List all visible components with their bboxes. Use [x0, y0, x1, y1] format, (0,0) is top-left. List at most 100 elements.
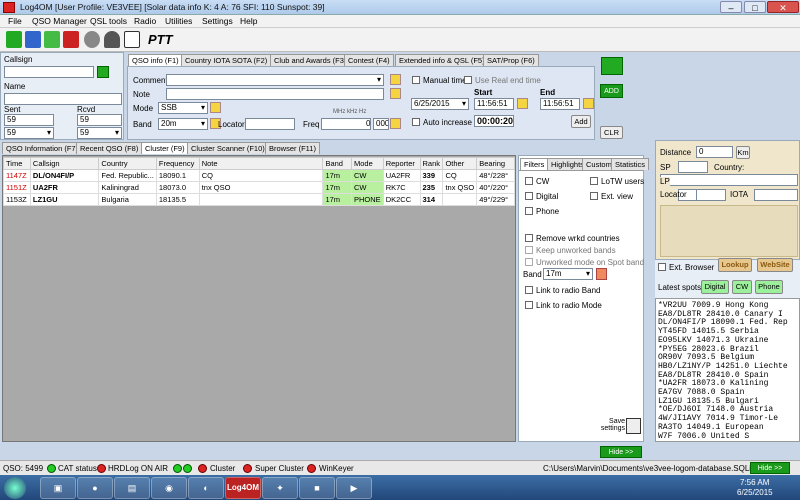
list-item[interactable]: EA8/DL8TR 28410.0 Canary I [658, 310, 783, 319]
col-band[interactable]: Band [322, 157, 353, 170]
cw-spots-button[interactable]: CW [732, 280, 752, 294]
list-item[interactable]: EA7GV 7088.0 Spain [658, 388, 744, 397]
unworked-mode-checkbox[interactable] [525, 258, 533, 266]
col-mode[interactable]: Mode [351, 157, 384, 170]
callsign-lookup-icon[interactable] [97, 66, 109, 78]
end-lock-icon[interactable] [583, 98, 594, 109]
list-item[interactable]: EA8/DL8TR 28410.0 Spain [658, 371, 768, 380]
col-note[interactable]: Note [198, 157, 324, 170]
table-row[interactable]: 1151Z UA2FR Kaliningrad 18073.0 tnx QSO … [3, 181, 515, 194]
link-band-checkbox[interactable] [525, 286, 533, 294]
col-reporter[interactable]: Reporter [382, 157, 421, 170]
band-color-icon[interactable] [596, 268, 607, 280]
clock-icon[interactable] [84, 31, 100, 48]
list-item[interactable]: YT45FD 14015.5 Serbia [658, 327, 759, 336]
menu-qsl-tools[interactable]: QSL tools [90, 16, 127, 26]
firefox-icon[interactable]: ● [77, 477, 113, 499]
minimize-button[interactable]: – [720, 1, 742, 13]
menu-utilities[interactable]: Utilities [165, 16, 192, 26]
table-row[interactable]: 1147Z DL/ON4FI/P Fed. Republic... 18090.… [3, 169, 515, 182]
date-picker[interactable]: 6/25/2015 [411, 98, 469, 110]
list-item[interactable]: W7F 7006.0 United S [658, 432, 749, 441]
tab-cluster-scanner[interactable]: Cluster Scanner (F10) [187, 142, 269, 154]
globe-icon[interactable]: ◐ [188, 477, 224, 499]
col-country[interactable]: Country [98, 157, 157, 170]
tab-club-awards[interactable]: Club and Awards (F3) [270, 54, 351, 66]
lookup-button[interactable]: Lookup [718, 258, 752, 272]
add-small-button[interactable]: Add [571, 115, 591, 128]
folder-icon[interactable]: ▤ [114, 477, 150, 499]
note-folder-icon[interactable] [390, 88, 401, 99]
list-item[interactable]: 4W/JI1AVY 7014.9 Timor-Le [658, 414, 778, 423]
lotw-checkbox[interactable] [590, 177, 598, 185]
col-rank[interactable]: Rank [419, 157, 444, 170]
tab-extended-info[interactable]: Extended info & QSL (F5) [395, 54, 489, 66]
tab-statistics[interactable]: Statistics [611, 158, 650, 170]
comment-folder-icon[interactable] [390, 74, 401, 85]
menu-qso-manager[interactable]: QSO Manager [32, 16, 87, 26]
name-input[interactable] [4, 93, 122, 105]
col-other[interactable]: Other [442, 157, 478, 170]
log4om-taskbar-button[interactable]: Log4OM [225, 477, 261, 499]
sent-input[interactable]: 59 [4, 114, 54, 126]
tab-country-iota[interactable]: Country IOTA SOTA (F2) [181, 54, 272, 66]
km-button[interactable]: Km [736, 146, 750, 159]
col-time[interactable]: Time [3, 157, 31, 170]
menu-help[interactable]: Help [240, 16, 257, 26]
satellite-icon[interactable] [124, 31, 140, 48]
list-item[interactable]: HB0/LZ1NY/P 14251.0 Liechte [658, 362, 788, 371]
freq-hz-input[interactable]: 000 [373, 118, 389, 130]
list-item[interactable]: DL/ON4FI/P 18090.1 Fed. Rep [658, 318, 788, 327]
col-callsign[interactable]: Callsign [29, 157, 100, 170]
mode-lock-icon[interactable] [210, 102, 221, 113]
list-item[interactable]: *OE/DJ6OI 7148.0 Austria [658, 405, 773, 414]
rcvd-input[interactable]: 59 [77, 114, 122, 126]
start-lock-icon[interactable] [517, 98, 528, 109]
phone-spots-button[interactable]: Phone [755, 280, 783, 294]
band-select[interactable]: 20m [158, 118, 208, 130]
start-icon[interactable] [4, 477, 26, 499]
duration-input[interactable]: 00:00:20 [474, 115, 514, 127]
link-mode-checkbox[interactable] [525, 301, 533, 309]
tab-recent-qso[interactable]: Recent QSO (F8) [76, 142, 143, 154]
network-icon[interactable]: ✦ [262, 477, 298, 499]
ext-browser-checkbox[interactable] [658, 263, 666, 271]
tab-cluster[interactable]: Cluster (F9) [141, 142, 189, 154]
manual-time-checkbox[interactable] [412, 76, 420, 84]
close-button[interactable]: ✕ [767, 1, 799, 13]
cw-checkbox[interactable] [525, 177, 533, 185]
col-bearing[interactable]: Bearing [476, 157, 515, 170]
app-icon-3[interactable]: ▶ [336, 477, 372, 499]
add-button[interactable]: ADD [600, 84, 623, 98]
mode-select[interactable]: SSB [158, 102, 208, 114]
sent-select[interactable]: 59 [4, 127, 54, 139]
ptt-label[interactable]: PTT [148, 32, 173, 47]
tab-sat-prop[interactable]: SAT/Prop (F6) [483, 54, 539, 66]
real-end-time-checkbox[interactable] [464, 76, 472, 84]
wifi-icon[interactable] [6, 31, 22, 48]
locator-input[interactable] [245, 118, 295, 130]
list-item[interactable]: *VR2UU 7009.9 Hong Kong [658, 301, 768, 310]
tab-qso-info[interactable]: QSO info (F1) [128, 54, 183, 66]
digital-checkbox[interactable] [525, 192, 533, 200]
headphones-icon[interactable] [104, 31, 120, 48]
callsign-input[interactable] [4, 66, 94, 78]
table-row[interactable]: 1153Z LZ1GU Bulgaria 18135.5 17m PHONE D… [3, 193, 515, 206]
freq-lock-icon[interactable] [390, 118, 401, 129]
note-input[interactable] [166, 88, 384, 100]
hide-filters-button[interactable]: Hide >> [600, 446, 642, 458]
website-button[interactable]: WebSite [757, 258, 793, 272]
tab-browser[interactable]: Browser (F11) [265, 142, 320, 154]
band-filter-select[interactable]: 17m [543, 268, 593, 280]
list-item[interactable]: LZ1GU 18135.5 Bulgari [658, 397, 759, 406]
hide-status-button[interactable]: Hide >> [750, 462, 790, 474]
tab-qso-information[interactable]: QSO Information (F7) [2, 142, 83, 154]
card-icon[interactable] [63, 31, 79, 48]
remove-wrkd-checkbox[interactable] [525, 234, 533, 242]
clr-button[interactable]: CLR [600, 126, 623, 139]
list-item[interactable]: RA3TO 14049.1 European [658, 423, 764, 432]
tab-contest[interactable]: Contest (F4) [344, 54, 394, 66]
digital-spots-button[interactable]: Digital [701, 280, 729, 294]
comment-input[interactable] [166, 74, 384, 86]
ext-view-checkbox[interactable] [590, 192, 598, 200]
